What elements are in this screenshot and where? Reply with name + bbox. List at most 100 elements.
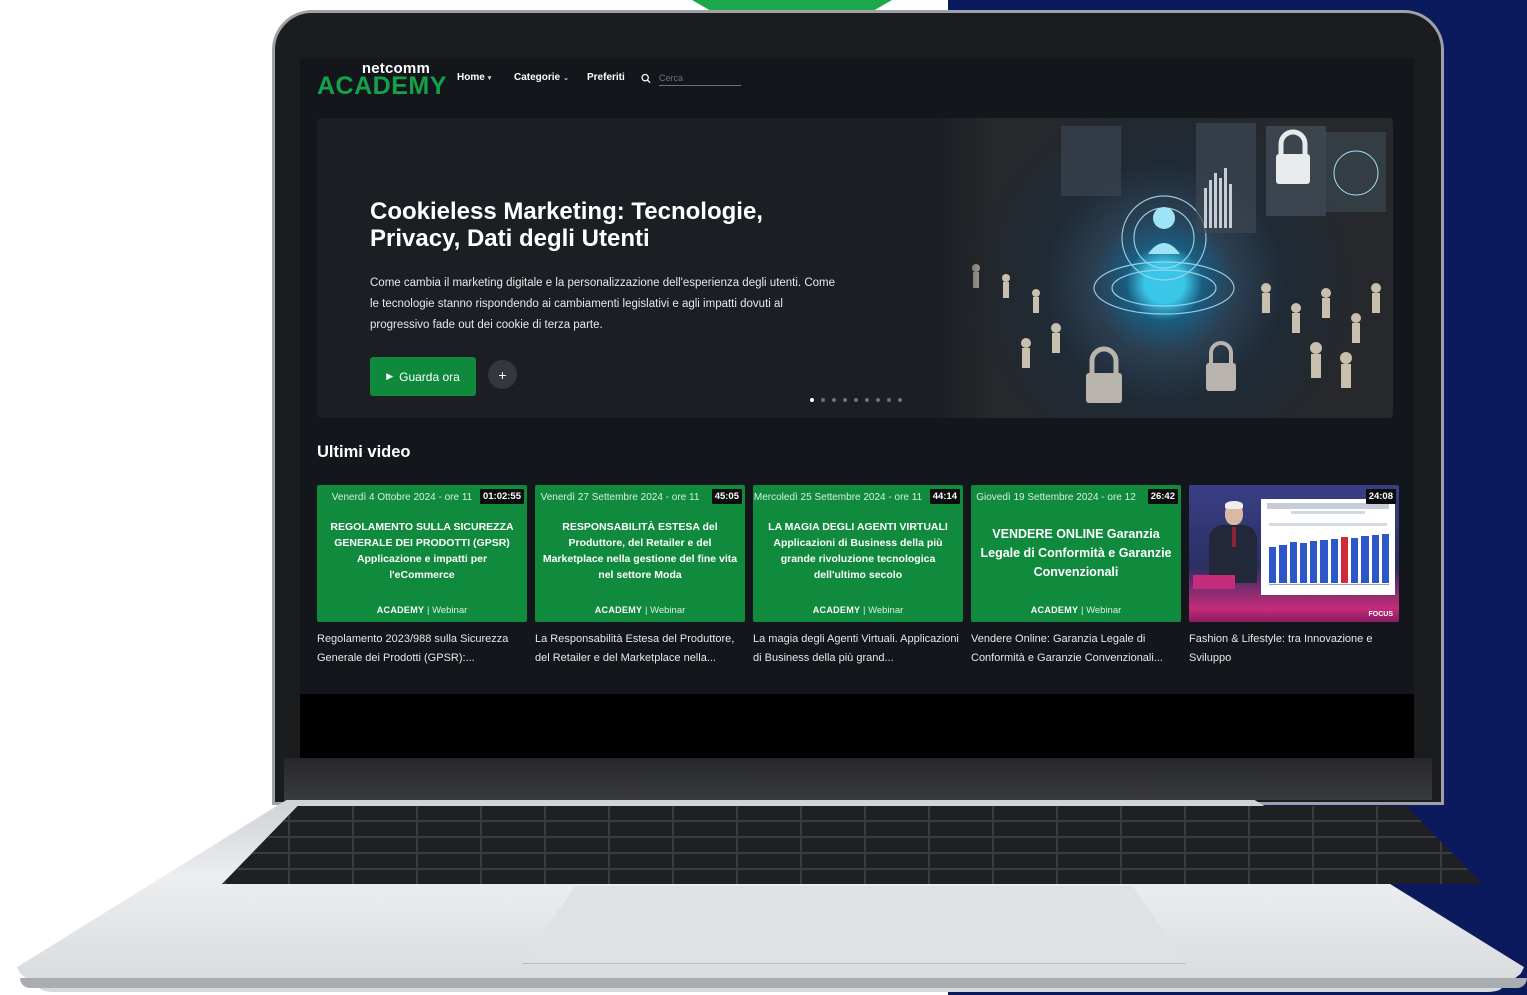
- brand-webinar: Webinar: [868, 605, 904, 616]
- nav-favorites[interactable]: Preferiti: [587, 72, 625, 83]
- carousel-dot[interactable]: [832, 398, 836, 402]
- slide-bar: [1279, 544, 1287, 583]
- carousel-dot[interactable]: [843, 398, 847, 402]
- slide-bar-highlight: [1340, 537, 1348, 583]
- slide-bar: [1310, 541, 1318, 583]
- carousel-dot[interactable]: [898, 398, 902, 402]
- thumbnail-title: LA MAGIA DEGLI AGENTI VIRTUALI Applicazi…: [768, 521, 948, 581]
- thumbnail-title: RESPONSABILITÀ ESTESA del Produttore, de…: [542, 521, 738, 581]
- watch-now-label: Guarda ora: [399, 369, 460, 384]
- speaker-tie: [1232, 527, 1236, 547]
- webinar-date: Venerdì 27 Settembre 2024 - ore 11: [540, 492, 700, 503]
- latest-videos-heading: Ultimi video: [317, 443, 411, 461]
- carousel-dot[interactable]: [865, 398, 869, 402]
- nav-home-label: Home: [457, 72, 485, 83]
- webinar-date: Venerdì 4 Ottobre 2024 - ore 11: [331, 492, 473, 503]
- search-icon[interactable]: [641, 73, 651, 84]
- brand-academy: ACADEMY: [812, 605, 861, 615]
- slide-bar: [1269, 546, 1277, 583]
- nav-categories[interactable]: Categorie ⌄: [514, 72, 569, 83]
- watch-now-button[interactable]: ▶ Guarda ora: [370, 357, 476, 396]
- slide-bar: [1351, 538, 1359, 583]
- video-thumbnail[interactable]: FOCUS 24:08: [1189, 485, 1399, 622]
- video-thumbnail[interactable]: Giovedì 19 Settembre 2024 - ore 12 26:42…: [971, 485, 1181, 622]
- duration-badge: 44:14: [929, 489, 960, 504]
- brand-academy: ACADEMY: [376, 605, 425, 615]
- video-title[interactable]: Regolamento 2023/988 sulla Sicurezza Gen…: [317, 630, 527, 668]
- carousel-dot[interactable]: [887, 398, 891, 402]
- slide-bar: [1371, 535, 1379, 583]
- carousel-dot[interactable]: [854, 398, 858, 402]
- chevron-down-icon: ⌄: [563, 74, 569, 82]
- hero-image: [936, 118, 1393, 418]
- video-card[interactable]: Venerdì 4 Ottobre 2024 - ore 11 01:02:55…: [317, 485, 527, 668]
- slide-bar-chart: [1269, 531, 1389, 583]
- presentation-slide: [1261, 499, 1395, 595]
- slide-subheader: [1291, 511, 1365, 514]
- video-card[interactable]: Giovedì 19 Settembre 2024 - ore 12 26:42…: [971, 485, 1181, 668]
- video-title[interactable]: La Responsabilità Estesa del Produttore,…: [535, 630, 745, 668]
- duration-badge: 45:05: [711, 489, 742, 504]
- slide-bar: [1289, 542, 1297, 583]
- video-title[interactable]: La magia degli Agenti Virtuali. Applicaz…: [753, 630, 963, 668]
- speaker-image: [1203, 501, 1257, 583]
- laptop-hinge: [284, 758, 1432, 800]
- hero-title: Cookieless Marketing: Tecnologie, Privac…: [370, 198, 763, 252]
- academy-webinar-brand: ACADEMY | Webinar: [594, 605, 686, 616]
- hero-description: Come cambia il marketing digitale e la p…: [370, 277, 835, 331]
- top-navigation: netcomm ACADEMY Home ▾ Categorie ⌄ Prefe…: [300, 58, 1414, 100]
- thumbnail-title: VENDERE ONLINE Garanzia Legale di Confor…: [980, 527, 1172, 579]
- hero-banner: Cookieless Marketing: Tecnologie, Privac…: [317, 118, 1393, 418]
- slide-bar: [1330, 539, 1338, 583]
- video-title[interactable]: Vendere Online: Garanzia Legale di Confo…: [971, 630, 1181, 668]
- webinar-date: Mercoledì 25 Settembre 2024 - ore 11: [753, 492, 923, 503]
- nav-home[interactable]: Home ▾: [457, 72, 491, 83]
- slide-bar: [1361, 536, 1369, 583]
- laptop-keyboard: [222, 806, 1482, 884]
- search-input[interactable]: [659, 70, 741, 86]
- brand-academy: ACADEMY: [1030, 605, 1079, 615]
- search-box: [641, 69, 741, 87]
- slide-axis: [1269, 584, 1389, 585]
- carousel-dots: [810, 398, 902, 402]
- duration-badge: 24:08: [1365, 489, 1396, 504]
- play-icon: ▶: [386, 371, 394, 381]
- academy-webinar-brand: ACADEMY | Webinar: [812, 605, 904, 616]
- brand-academy: ACADEMY: [594, 605, 643, 615]
- webinar-date: Giovedì 19 Settembre 2024 - ore 12: [976, 492, 1136, 503]
- add-to-list-button[interactable]: +: [488, 360, 517, 389]
- netcomm-academy-logo[interactable]: netcomm ACADEMY: [317, 60, 446, 100]
- laptop-screen: netcomm ACADEMY Home ▾ Categorie ⌄ Prefe…: [300, 58, 1414, 758]
- video-thumbnail[interactable]: Venerdì 4 Ottobre 2024 - ore 11 01:02:55…: [317, 485, 527, 622]
- nav-categories-label: Categorie: [514, 72, 561, 83]
- chevron-down-icon: ▾: [487, 74, 492, 82]
- slide-bar: [1320, 540, 1328, 583]
- brand-webinar: Webinar: [432, 605, 468, 616]
- video-title[interactable]: Fashion & Lifestyle: tra Innovazione e S…: [1189, 630, 1399, 668]
- video-card[interactable]: Mercoledì 25 Settembre 2024 - ore 11 44:…: [753, 485, 963, 668]
- carousel-dot[interactable]: [821, 398, 825, 402]
- academy-webinar-brand: ACADEMY | Webinar: [376, 605, 468, 616]
- brand-webinar: Webinar: [650, 605, 686, 616]
- slide-bar: [1381, 534, 1389, 583]
- brand-webinar: Webinar: [1086, 605, 1122, 616]
- duration-badge: 01:02:55: [479, 489, 524, 504]
- speaker-hair: [1225, 501, 1243, 509]
- duration-badge: 26:42: [1147, 489, 1178, 504]
- video-card[interactable]: Venerdì 27 Settembre 2024 - ore 11 45:05…: [535, 485, 745, 668]
- thumbnail-title: REGOLAMENTO SULLA SICUREZZA GENERALE DEI…: [330, 521, 514, 581]
- carousel-dot[interactable]: [810, 398, 814, 402]
- slide-label: [1269, 523, 1387, 526]
- focus-brand: FOCUS: [1368, 611, 1394, 618]
- hero-image-fade: [936, 118, 1393, 418]
- video-thumbnail[interactable]: Venerdì 27 Settembre 2024 - ore 11 45:05…: [535, 485, 745, 622]
- speaker-name-tag: [1193, 575, 1235, 589]
- carousel-dot[interactable]: [876, 398, 880, 402]
- academy-webinar-brand: ACADEMY | Webinar: [1030, 605, 1122, 616]
- video-thumbnail[interactable]: Mercoledì 25 Settembre 2024 - ore 11 44:…: [753, 485, 963, 622]
- video-card[interactable]: FOCUS 24:08 Fashion & Lifestyle: tra Inn…: [1189, 485, 1399, 668]
- netcomm-academy-app: netcomm ACADEMY Home ▾ Categorie ⌄ Prefe…: [300, 58, 1414, 694]
- latest-videos-row: Venerdì 4 Ottobre 2024 - ore 11 01:02:55…: [317, 485, 1399, 675]
- logo-academy-text: ACADEMY: [317, 72, 447, 100]
- nav-favorites-label: Preferiti: [587, 72, 625, 83]
